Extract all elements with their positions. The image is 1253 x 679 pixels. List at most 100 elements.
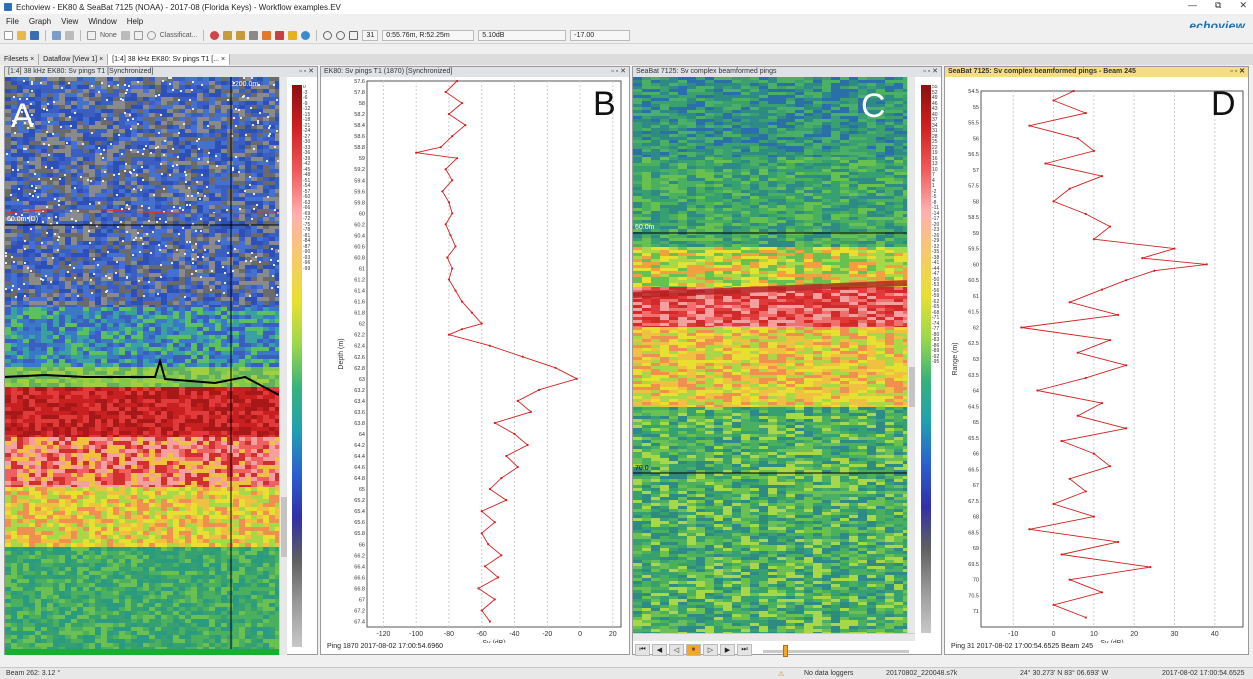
classification-dropdown[interactable]: Classificat... — [160, 32, 198, 39]
echogram-sample — [251, 177, 257, 181]
echogram-sample — [125, 335, 131, 339]
echogram-sample — [233, 307, 239, 311]
echogram-sample — [221, 453, 227, 457]
menu-graph[interactable]: Graph — [29, 17, 51, 26]
echogram-sample — [77, 165, 83, 169]
echogram-sample — [203, 277, 209, 281]
variable-properties-icon[interactable] — [223, 31, 233, 40]
echogram-sample — [89, 399, 95, 403]
redo-icon[interactable] — [65, 31, 74, 40]
tab-filesets[interactable]: Filesets × — [0, 54, 40, 65]
echogram-sample — [155, 383, 161, 387]
echogram-sample — [59, 109, 65, 113]
echogram-sample — [221, 161, 227, 165]
echogram-sample — [197, 359, 203, 363]
echogram-sample — [263, 293, 269, 297]
echogram-sample — [101, 105, 107, 109]
echogram-sample — [35, 77, 41, 81]
echogram-sample — [17, 495, 23, 499]
echogram-sample — [263, 173, 269, 177]
close-window-button[interactable]: ✕ — [1239, 0, 1247, 11]
echogram-sample — [71, 359, 77, 363]
echogram-sample — [5, 245, 11, 249]
pane-a-controls[interactable]: ▫ ▫ ✕ — [299, 67, 314, 77]
echogram-sample — [95, 213, 101, 217]
echogram-sample — [11, 301, 17, 305]
echogram-sample — [257, 253, 263, 257]
line-type-label[interactable]: None — [100, 32, 117, 39]
menu-help[interactable]: Help — [127, 17, 143, 26]
echogram-sample — [101, 347, 107, 351]
calibration-icon[interactable] — [262, 31, 272, 40]
echogram-a-canvas[interactable] — [5, 77, 279, 655]
polygon-icon[interactable] — [146, 31, 156, 40]
echogram-sample — [233, 399, 239, 403]
echogram-sample — [131, 77, 137, 81]
restore-button[interactable]: ⧉ — [1215, 0, 1221, 11]
echogram-sample — [125, 469, 131, 473]
undo-icon[interactable] — [52, 31, 61, 40]
echogram-sample — [29, 245, 35, 249]
zoom-fit-icon[interactable] — [349, 31, 359, 40]
echogram-sample — [83, 339, 89, 343]
echogram-sample — [173, 241, 179, 245]
echogram-sample — [65, 149, 71, 153]
echogram-sample — [125, 145, 131, 149]
echogram-sample — [179, 343, 185, 347]
echogram-sample — [245, 233, 251, 237]
fileset-properties-icon[interactable] — [236, 31, 246, 40]
save-icon[interactable] — [30, 31, 39, 40]
menu-file[interactable]: File — [6, 17, 19, 26]
echogram-sample — [221, 351, 227, 355]
echogram-sample — [41, 257, 47, 261]
select-region-icon[interactable] — [87, 31, 96, 40]
record-icon[interactable] — [210, 31, 220, 40]
echogram-sample — [77, 129, 83, 133]
graph-settings-icon[interactable] — [288, 31, 298, 40]
echogram-sample — [143, 491, 149, 495]
tab-echogram[interactable]: [1:4] 38 kHz EK80: Sv pings T1 [... × — [108, 54, 231, 65]
echogram-sample — [5, 383, 11, 387]
echogram-sample — [191, 237, 197, 241]
close-tab-icon[interactable]: × — [99, 56, 103, 63]
echogram-sample — [41, 289, 47, 293]
echogram-sample — [173, 423, 179, 427]
info-icon[interactable] — [301, 31, 311, 40]
echogram-sample — [203, 85, 209, 89]
new-file-icon[interactable] — [4, 31, 13, 40]
menu-view[interactable]: View — [61, 17, 78, 26]
echogram-sample — [221, 339, 227, 343]
echogram-sample — [173, 121, 179, 125]
zoom-out-icon[interactable] — [336, 31, 346, 40]
echogram-sample — [71, 453, 77, 457]
close-tab-icon[interactable]: × — [221, 56, 225, 63]
echogram-sample — [89, 427, 95, 431]
echogram-a-view[interactable]: A 1200.0m 60.0m (D) — [5, 77, 279, 655]
dataflow-icon[interactable] — [249, 31, 259, 40]
open-folder-icon[interactable] — [17, 31, 26, 40]
echogram-sample — [179, 105, 185, 109]
rectangle-icon[interactable] — [133, 31, 143, 40]
echogram-sample — [77, 327, 83, 331]
echogram-sample — [185, 93, 191, 97]
zoom-in-icon[interactable] — [323, 31, 333, 40]
draw-line-icon[interactable] — [120, 31, 130, 40]
echogram-sample — [203, 411, 209, 415]
echogram-sample — [83, 257, 89, 261]
echogram-sample — [47, 419, 53, 423]
echogram-sample — [233, 221, 239, 225]
echogram-sample — [143, 391, 149, 395]
echogram-sample — [59, 323, 65, 327]
echogram-sample — [269, 473, 275, 477]
echogram-sample — [161, 281, 167, 285]
tab-dataflow[interactable]: Dataflow [View 1] × — [39, 54, 109, 65]
echogram-sample — [197, 411, 203, 415]
close-tab-icon[interactable]: × — [30, 56, 34, 63]
echogram-sample — [23, 431, 29, 435]
minimize-button[interactable]: — — [1188, 0, 1197, 11]
template-icon[interactable] — [275, 31, 285, 40]
echogram-sample — [71, 335, 77, 339]
echogram-sample — [71, 437, 77, 441]
menu-window[interactable]: Window — [88, 17, 116, 26]
echogram-sample — [35, 133, 41, 137]
